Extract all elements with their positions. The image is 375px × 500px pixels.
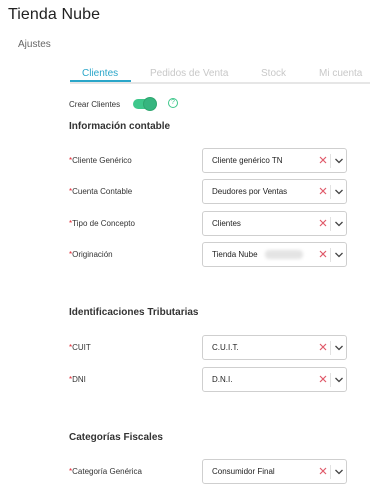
select-cuit[interactable]: C.U.I.T. — [202, 335, 347, 360]
clear-x-icon[interactable] — [318, 249, 328, 259]
select-divider — [330, 248, 331, 262]
tab-mi-cuenta[interactable]: Mi cuenta — [319, 68, 362, 79]
redacted-blur — [265, 250, 303, 259]
toggle-knob — [144, 98, 156, 110]
active-tab-indicator — [70, 80, 131, 82]
chevron-down-icon[interactable] — [334, 344, 344, 352]
crear-clientes-row: Crear Clientes ? — [69, 97, 178, 111]
chevron-down-icon[interactable] — [334, 157, 344, 165]
label-text: Cuenta Contable — [72, 187, 133, 196]
select-cuenta-contable[interactable]: Deudores por Ventas — [202, 179, 347, 204]
label-text: DNI — [72, 375, 86, 384]
field-label-cliente-generico: *Cliente Genérico — [69, 156, 132, 165]
chevron-down-icon[interactable] — [334, 468, 344, 476]
select-value: Clientes — [212, 219, 241, 228]
clear-x-icon[interactable] — [318, 466, 328, 476]
select-value: C.U.I.T. — [212, 343, 239, 352]
select-divider — [330, 465, 331, 479]
clear-x-icon[interactable] — [318, 342, 328, 352]
section-title-fiscales: Categorías Fiscales — [69, 432, 163, 443]
select-originacion[interactable]: Tienda Nube — [202, 242, 347, 267]
label-text: Cliente Genérico — [72, 156, 132, 165]
select-value: Deudores por Ventas — [212, 187, 288, 196]
field-label-cuenta-contable: *Cuenta Contable — [69, 187, 132, 196]
select-value: Tienda Nube — [212, 250, 258, 259]
field-label-originacion: *Originación — [69, 250, 113, 259]
select-value: Consumidor Final — [212, 467, 275, 476]
select-dni[interactable]: D.N.I. — [202, 367, 347, 392]
question-circle-icon[interactable]: ? — [168, 98, 178, 108]
clear-x-icon[interactable] — [318, 155, 328, 165]
tab-bar: Clientes Pedidos de Venta Stock Mi cuent… — [70, 66, 370, 84]
section-title-contable: Información contable — [69, 121, 171, 132]
field-label-tipo-de-concepto: *Tipo de Concepto — [69, 219, 135, 228]
field-label-categoria-generica: *Categoría Genérica — [69, 467, 142, 476]
tab-clientes[interactable]: Clientes — [82, 68, 118, 79]
select-value: D.N.I. — [212, 375, 233, 384]
chevron-down-icon[interactable] — [334, 220, 344, 228]
crear-clientes-label: Crear Clientes — [69, 99, 121, 109]
select-divider — [330, 217, 331, 231]
tab-pedidos-de-venta[interactable]: Pedidos de Venta — [150, 68, 228, 79]
chevron-down-icon[interactable] — [334, 376, 344, 384]
label-text: CUIT — [72, 343, 91, 352]
label-text: Categoría Genérica — [72, 467, 142, 476]
app-title: Tienda Nube — [8, 6, 101, 23]
select-divider — [330, 185, 331, 199]
section-title-tributarias: Identificaciones Tributarias — [69, 307, 199, 318]
label-text: Originación — [72, 250, 113, 259]
clear-x-icon[interactable] — [318, 186, 328, 196]
crear-clientes-toggle[interactable] — [133, 98, 156, 110]
select-categoria-generica[interactable]: Consumidor Final — [202, 459, 347, 484]
select-divider — [330, 373, 331, 387]
breadcrumb: Ajustes — [18, 39, 51, 50]
select-divider — [330, 154, 331, 168]
select-cliente-generico[interactable]: Cliente genérico TN — [202, 148, 347, 173]
chevron-down-icon[interactable] — [334, 188, 344, 196]
select-divider — [330, 341, 331, 355]
tab-stock[interactable]: Stock — [261, 68, 286, 79]
field-label-dni: *DNI — [69, 375, 86, 384]
clear-x-icon[interactable] — [318, 374, 328, 384]
field-label-cuit: *CUIT — [69, 343, 91, 352]
select-tipo-de-concepto[interactable]: Clientes — [202, 211, 347, 236]
clear-x-icon[interactable] — [318, 218, 328, 228]
select-value: Cliente genérico TN — [212, 156, 283, 165]
chevron-down-icon[interactable] — [334, 251, 344, 259]
label-text: Tipo de Concepto — [72, 219, 135, 228]
